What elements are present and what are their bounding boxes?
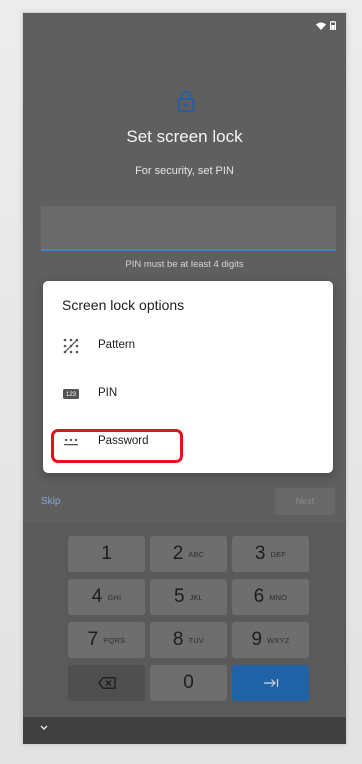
phone-screen: Set screen lock For security, set PIN PI… bbox=[23, 13, 346, 744]
key-letters: WXYZ bbox=[267, 635, 290, 645]
enter-key[interactable] bbox=[232, 665, 309, 701]
pin-keypad-icon: 123 bbox=[63, 389, 79, 399]
key-letters: PQRS bbox=[103, 635, 126, 645]
battery-icon bbox=[330, 21, 336, 30]
key-letters: GHI bbox=[107, 592, 122, 602]
key-3[interactable]: 3 DEF bbox=[232, 536, 309, 572]
password-highlight-box bbox=[51, 429, 183, 463]
key-5[interactable]: 5 JKL bbox=[150, 579, 227, 615]
status-bar bbox=[23, 13, 346, 39]
pin-icon-text: 123 bbox=[66, 392, 77, 398]
option-pin[interactable]: 123 PIN bbox=[43, 373, 333, 415]
key-digit: 3 bbox=[254, 543, 266, 564]
key-9[interactable]: 9 WXYZ bbox=[232, 622, 309, 658]
key-0[interactable]: 0 bbox=[150, 665, 227, 701]
key-letters: DEF bbox=[270, 549, 287, 559]
pin-input[interactable] bbox=[41, 206, 336, 251]
key-digit: 1 bbox=[101, 543, 112, 564]
skip-button[interactable]: Skip bbox=[41, 496, 60, 507]
pattern-icon bbox=[63, 338, 79, 354]
key-digit: 8 bbox=[172, 629, 184, 650]
key-letters: MNO bbox=[269, 592, 288, 602]
screenshot-frame: Set screen lock For security, set PIN PI… bbox=[0, 0, 362, 764]
key-digit: 5 bbox=[173, 586, 185, 607]
key-6[interactable]: 6 MNO bbox=[232, 579, 309, 615]
navigation-bar bbox=[23, 717, 346, 744]
dialog-title: Screen lock options bbox=[62, 297, 185, 313]
next-button[interactable]: Next bbox=[275, 488, 335, 515]
key-4[interactable]: 4 GHI bbox=[68, 579, 145, 615]
page-subtitle: For security, set PIN bbox=[135, 165, 234, 177]
key-digit: 4 bbox=[91, 586, 103, 607]
page-title: Set screen lock bbox=[126, 127, 243, 146]
wifi-icon bbox=[316, 22, 326, 30]
key-8[interactable]: 8 TUV bbox=[150, 622, 227, 658]
key-digit: 2 bbox=[172, 543, 184, 564]
numeric-keypad: 1 2 ABC 3 DEF 4 GHI 5 JKL 6 MNO 7 PQRS 8… bbox=[23, 523, 346, 717]
next-field-arrow-icon bbox=[263, 679, 278, 687]
screen-lock-options-dialog: Screen lock options Pattern 123 PIN Pass… bbox=[43, 281, 333, 473]
lock-icon bbox=[177, 90, 195, 112]
pin-hint: PIN must be at least 4 digits bbox=[125, 259, 244, 270]
key-digit: 0 bbox=[183, 672, 194, 693]
key-letters: TUV bbox=[188, 635, 205, 645]
option-label: Pattern bbox=[98, 339, 136, 351]
key-letters: ABC bbox=[188, 549, 205, 559]
key-1[interactable]: 1 bbox=[68, 536, 145, 572]
key-7[interactable]: 7 PQRS bbox=[68, 622, 145, 658]
option-label: PIN bbox=[98, 387, 118, 399]
option-pattern[interactable]: Pattern bbox=[43, 325, 333, 367]
key-digit: 6 bbox=[253, 586, 265, 607]
key-2[interactable]: 2 ABC bbox=[150, 536, 227, 572]
backspace-key[interactable] bbox=[68, 665, 145, 701]
key-digit: 9 bbox=[251, 629, 263, 650]
key-digit: 7 bbox=[87, 629, 99, 650]
backspace-icon bbox=[97, 677, 116, 689]
key-letters: JKL bbox=[189, 592, 204, 602]
chevron-down-icon[interactable] bbox=[39, 723, 49, 731]
